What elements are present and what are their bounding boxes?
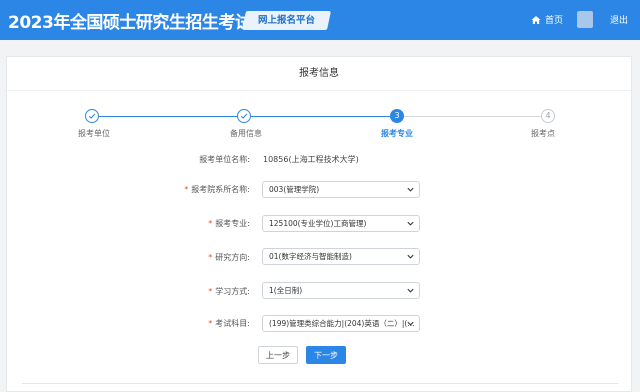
step-4-label: 报考点 (531, 129, 555, 138)
study-mode-label: * 学习方式: (208, 287, 250, 296)
card-title: 报考信息 (7, 57, 631, 91)
direction-select[interactable]: 01(数字经济与智能制造) (262, 248, 420, 265)
study-mode-value: 1(全日制) (269, 286, 303, 295)
top-header: 2023年全国硕士研究生招生考试 网上报名平台 首页 退出 (0, 0, 640, 40)
step-2-label: 备用信息 (230, 129, 262, 138)
major-value: 125100(专业学位)工商管理) (269, 219, 367, 228)
chevron-down-icon (407, 221, 414, 226)
avatar[interactable] (577, 11, 593, 28)
subjects-select[interactable]: (199)管理类综合能力|(204)英语（二）|(... (262, 315, 420, 332)
chevron-down-icon (407, 288, 414, 293)
step-1-circle (85, 109, 99, 123)
unit-value: 10856(上海工程技术大学) (263, 155, 359, 164)
department-label: * 报考院系所名称: (184, 185, 250, 194)
required-mark: * (208, 219, 213, 228)
subjects-label: * 考试科目: (208, 319, 250, 328)
home-icon (531, 15, 541, 24)
step-connector-3 (404, 116, 541, 117)
step-1-label: 报考单位 (78, 129, 110, 138)
study-mode-select[interactable]: 1(全日制) (262, 282, 420, 299)
required-mark: * (184, 185, 189, 194)
divider (22, 383, 618, 384)
prev-step-button[interactable]: 上一步 (258, 346, 298, 364)
step-2-circle (237, 109, 251, 123)
unit-label: 报考单位名称: (199, 155, 250, 164)
step-4-circle: 4 (541, 109, 555, 123)
page-title: 2023年全国硕士研究生招生考试 (8, 13, 252, 33)
platform-badge: 网上报名平台 (241, 11, 332, 30)
required-mark: * (208, 319, 213, 328)
home-label: 首页 (545, 16, 564, 26)
home-link[interactable]: 首页 (531, 13, 563, 26)
subjects-value: (199)管理类综合能力|(204)英语（二）|(... (269, 319, 415, 328)
chevron-down-icon (407, 254, 414, 259)
direction-value: 01(数字经济与智能制造) (269, 252, 352, 261)
step-connector-2 (251, 116, 390, 117)
required-mark: * (208, 287, 213, 296)
check-icon (240, 113, 248, 119)
next-step-button[interactable]: 下一步 (306, 346, 346, 364)
check-icon (88, 113, 96, 119)
chevron-down-icon (407, 187, 414, 192)
direction-label: * 研究方向: (208, 253, 250, 262)
major-select[interactable]: 125100(专业学位)工商管理) (262, 215, 420, 232)
major-label: * 报考专业: (208, 219, 250, 228)
chevron-down-icon (407, 321, 414, 326)
department-value: 003(管理学院) (269, 185, 320, 194)
platform-label: 网上报名平台 (258, 15, 316, 26)
step-3-label: 报考专业 (381, 129, 413, 138)
logout-link[interactable]: 退出 (610, 13, 628, 26)
step-connector-1 (99, 116, 237, 117)
department-select[interactable]: 003(管理学院) (262, 181, 420, 198)
step-3-circle: 3 (390, 109, 404, 123)
required-mark: * (208, 253, 213, 262)
